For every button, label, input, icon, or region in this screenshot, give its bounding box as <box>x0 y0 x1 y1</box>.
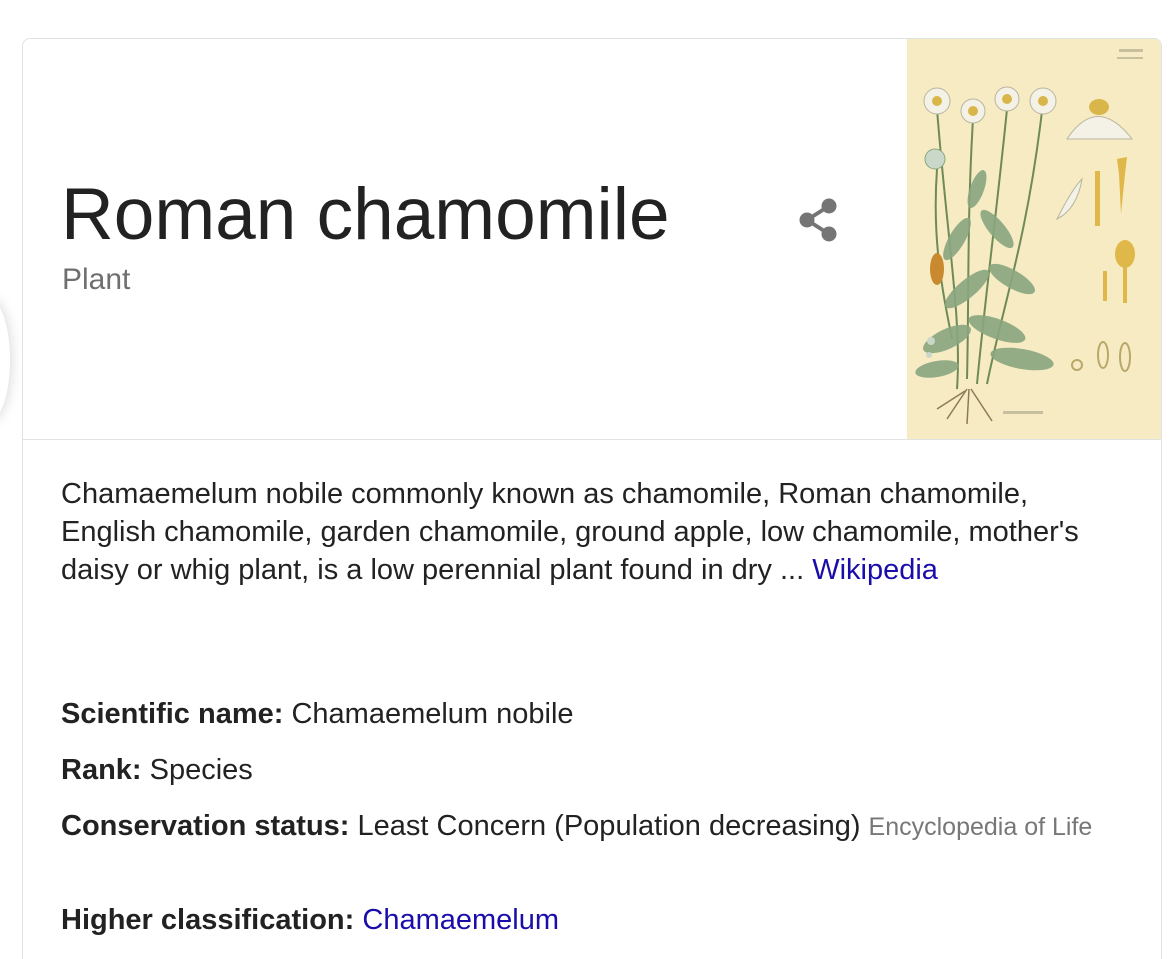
encyclopedia-of-life-link[interactable]: Encyclopedia of Life <box>869 813 1093 841</box>
panel-header: Roman chamomile Plant <box>23 39 1161 440</box>
panel-body: Chamaemelum nobile commonly known as cha… <box>61 475 1121 936</box>
chamaemelum-link[interactable]: Chamaemelum <box>362 904 559 936</box>
adjacent-panel-edge <box>0 300 10 420</box>
fact-higher-classification: Higher classification: Chamaemelum <box>61 901 559 939</box>
entity-description: Chamaemelum nobile commonly known as cha… <box>61 475 1121 589</box>
wikipedia-link[interactable]: Wikipedia <box>812 554 938 586</box>
plant-illustration[interactable] <box>907 39 1161 439</box>
botanical-illustration-image <box>907 39 1161 439</box>
fact-conservation-status: Conservation status: Least Concern (Popu… <box>61 807 1121 846</box>
fact-label: Conservation status: <box>61 810 350 842</box>
fact-label: Rank: <box>61 754 142 786</box>
fact-scientific-name: Scientific name: Chamaemelum nobile <box>61 695 574 733</box>
fact-label: Higher classification: <box>61 904 355 936</box>
fact-label: Scientific name: <box>61 698 284 730</box>
fact-value: Species <box>141 754 253 786</box>
knowledge-panel: Roman chamomile Plant Chamaemelum nobile… <box>22 38 1162 959</box>
entity-title: Roman chamomile <box>61 174 670 255</box>
fact-value: Chamaemelum nobile <box>283 698 574 730</box>
fact-rank: Rank: Species <box>61 751 253 789</box>
entity-subtitle: Plant <box>62 263 131 296</box>
share-button[interactable] <box>793 193 847 247</box>
fact-value: Least Concern (Population decreasing) <box>349 810 869 842</box>
share-icon <box>799 198 837 242</box>
